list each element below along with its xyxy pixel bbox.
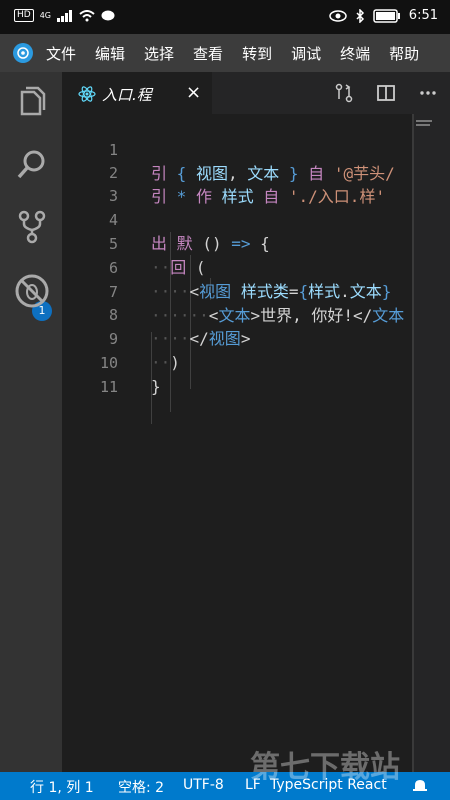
signal-icon (57, 9, 72, 22)
split-editor-icon[interactable] (376, 83, 396, 103)
encoding[interactable]: UTF-8 (183, 777, 224, 793)
menu-file[interactable]: 文件 (46, 43, 76, 64)
cursor-position[interactable]: 行 1, 列 1 (30, 777, 94, 797)
react-file-icon (78, 86, 96, 102)
tab-bar: 入口.程 × (62, 72, 450, 114)
watermark: 第七下载站 (250, 750, 400, 785)
notifications-icon[interactable] (412, 779, 428, 793)
source-control-icon[interactable] (13, 208, 51, 246)
menu-edit[interactable]: 编辑 (95, 43, 125, 64)
activity-bar: 1 (0, 72, 62, 772)
menu-view[interactable]: 查看 (193, 43, 223, 64)
more-actions-icon[interactable] (418, 83, 438, 103)
code-line: 5 ··回 ( (62, 210, 412, 277)
menu-go[interactable]: 转到 (242, 43, 272, 64)
open-changes-icon[interactable] (334, 83, 354, 103)
code-line: 4 出 默 () => { (62, 186, 412, 253)
indentation[interactable]: 空格: 2 (118, 777, 164, 797)
chat-icon (101, 10, 115, 20)
explorer-icon[interactable] (13, 84, 51, 122)
menu-terminal[interactable]: 终端 (340, 43, 370, 64)
eye-icon (329, 9, 347, 22)
code-line: 9 ··) (62, 305, 412, 372)
tab-label: 入口.程 (102, 86, 152, 104)
code-line: 6 ····<视图 样式类={样式.文本} (62, 234, 412, 301)
tab-entry-file[interactable]: 入口.程 × (62, 72, 212, 114)
close-icon[interactable]: × (186, 82, 201, 103)
code-editor[interactable]: 1 引 { 视图, 文本 } 自 '@芋头/ 2 引 * 作 样式 自 './入… (62, 114, 412, 772)
code-line: 10 } (62, 329, 412, 396)
bluetooth-icon (356, 8, 364, 23)
clock: 6:51 (408, 8, 438, 23)
code-line: 7 ······<文本>世界, 你好!</文本 (62, 258, 412, 325)
code-line: 1 引 { 视图, 文本 } 自 '@芋头/ (62, 116, 412, 183)
system-status-bar: HD 4G 6:51 (0, 0, 450, 34)
code-line: 3 (62, 162, 412, 205)
menu-selection[interactable]: 选择 (144, 43, 174, 64)
code-line: 2 引 * 作 样式 自 './入口.样' (62, 139, 412, 206)
menu-debug[interactable]: 调试 (291, 43, 321, 64)
search-icon[interactable] (13, 146, 51, 184)
code-line: 11 (62, 353, 412, 396)
network-type: 4G (39, 11, 51, 20)
app-logo-icon[interactable] (0, 34, 46, 72)
menu-help[interactable]: 帮助 (389, 43, 419, 64)
code-line: 8 ····</视图> (62, 281, 412, 348)
hd-badge: HD (14, 9, 34, 22)
token: } (151, 377, 161, 396)
wifi-icon (79, 9, 95, 21)
line-number: 11 (99, 378, 118, 396)
menu-bar: 文件 编辑 选择 查看 转到 调试 终端 帮助 (0, 34, 450, 72)
editor-scrollbar[interactable] (412, 114, 414, 772)
battery-icon (373, 8, 400, 23)
minimap[interactable] (412, 114, 450, 772)
debug-icon[interactable] (13, 272, 51, 310)
